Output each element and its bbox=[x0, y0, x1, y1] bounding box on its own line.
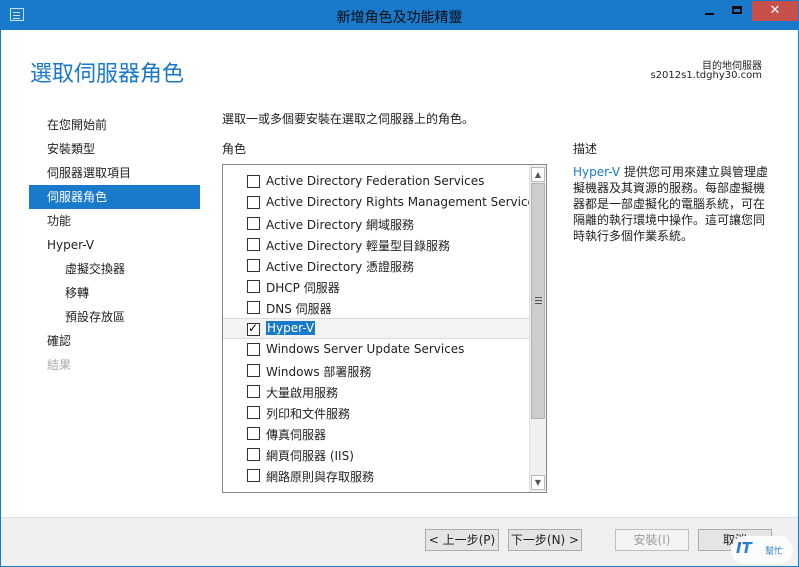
role-label: 列印和文件服務 bbox=[266, 407, 351, 421]
nav-item-confirmation[interactable]: 確認 bbox=[29, 329, 200, 353]
title-bar[interactable]: 新增角色及功能精靈 ✕ bbox=[1, 1, 798, 30]
close-icon: ✕ bbox=[769, 3, 781, 18]
role-checkbox[interactable] bbox=[247, 343, 260, 356]
role-label: Active Directory Federation Services bbox=[266, 174, 485, 188]
maximize-icon bbox=[732, 6, 742, 14]
role-label: 傳真伺服器 bbox=[266, 428, 327, 442]
maximize-button[interactable] bbox=[723, 1, 752, 21]
role-row[interactable]: 傳真伺服器 bbox=[223, 423, 529, 444]
nav-item-default-stores[interactable]: 預設存放區 bbox=[29, 305, 200, 329]
nav-item-hyper-v[interactable]: Hyper-V bbox=[29, 233, 200, 257]
minimize-icon bbox=[705, 13, 714, 15]
role-row[interactable]: 列印和文件服務 bbox=[223, 402, 529, 423]
page-title: 選取伺服器角色 bbox=[30, 62, 185, 87]
minimize-button[interactable] bbox=[695, 1, 724, 21]
role-checkbox[interactable] bbox=[247, 301, 260, 314]
wizard-footer: < 上一步(P) 下一步(N) > 安裝(I) 取消 bbox=[1, 517, 798, 566]
scroll-up-icon[interactable]: ▲ bbox=[531, 167, 545, 182]
wizard-nav: 在您開始前 安裝類型 伺服器選取項目 伺服器角色 功能 Hyper-V 虛擬交換… bbox=[29, 113, 200, 377]
nav-item-features[interactable]: 功能 bbox=[29, 209, 200, 233]
close-button[interactable]: ✕ bbox=[752, 1, 798, 21]
ithome-watermark-logo: IT 幫忙 bbox=[731, 536, 793, 564]
role-row[interactable]: Active Directory 網域服務 bbox=[223, 213, 529, 234]
role-row[interactable]: Active Directory 輕量型目錄服務 bbox=[223, 234, 529, 255]
role-checkbox[interactable] bbox=[247, 175, 260, 188]
role-label: 大量啟用服務 bbox=[266, 386, 339, 400]
role-label: DHCP 伺服器 bbox=[266, 281, 340, 295]
role-checkbox[interactable] bbox=[247, 364, 260, 377]
instruction-text: 選取一或多個要安裝在選取之伺服器上的角色。 bbox=[222, 112, 475, 126]
destination-server-name: s2012s1.tdghy30.com bbox=[650, 70, 762, 81]
role-checkbox[interactable] bbox=[247, 427, 260, 440]
scroll-thumb[interactable] bbox=[531, 183, 545, 419]
window-title: 新增角色及功能精靈 bbox=[336, 10, 463, 26]
role-checkbox[interactable] bbox=[247, 469, 260, 482]
role-checkbox[interactable] bbox=[247, 385, 260, 398]
nav-item-results: 結果 bbox=[47, 358, 72, 372]
role-checkbox[interactable] bbox=[247, 196, 260, 209]
roles-list[interactable]: 網路原則與存取服務 網頁伺服器 (IIS) 傳真伺服器 列印和文件服務 大量啟用服務 Wi… bbox=[222, 164, 547, 493]
nav-item-server-roles[interactable]: 伺服器角色 bbox=[29, 185, 200, 209]
install-button: 安裝(I) bbox=[615, 529, 689, 551]
role-label: Hyper-V bbox=[266, 321, 316, 335]
role-row[interactable]: 大量啟用服務 bbox=[223, 381, 529, 402]
nav-item-installation-type[interactable]: 安裝類型 bbox=[29, 137, 200, 161]
role-checkbox[interactable] bbox=[247, 238, 260, 251]
role-label: Active Directory 網域服務 bbox=[266, 218, 415, 232]
role-label: Active Directory 輕量型目錄服務 bbox=[266, 239, 451, 253]
watermark-text: IT bbox=[736, 539, 752, 557]
role-row[interactable]: Windows Server Update Services bbox=[223, 339, 529, 360]
role-checkbox[interactable] bbox=[247, 259, 260, 272]
role-row[interactable]: Windows 部署服務 bbox=[223, 360, 529, 381]
roles-scrollbar[interactable]: ▲ ▼ bbox=[529, 165, 546, 492]
role-label: Windows 部署服務 bbox=[266, 365, 372, 379]
role-label: Active Directory 憑證服務 bbox=[266, 260, 415, 274]
nav-item-virtual-switches[interactable]: 虛擬交換器 bbox=[29, 257, 200, 281]
role-row[interactable]: 網路原則與存取服務 bbox=[223, 465, 529, 486]
scroll-down-icon[interactable]: ▼ bbox=[531, 475, 545, 490]
role-checkbox[interactable] bbox=[247, 321, 260, 336]
nav-item-server-selection[interactable]: 伺服器選取項目 bbox=[29, 161, 200, 185]
role-checkbox[interactable] bbox=[247, 406, 260, 419]
roles-header: 角色 bbox=[222, 142, 247, 156]
role-row[interactable]: Active Directory 憑證服務 bbox=[223, 255, 529, 276]
nav-item-before-you-begin[interactable]: 在您開始前 bbox=[29, 113, 200, 137]
role-row[interactable]: Active Directory Rights Management Servi… bbox=[223, 192, 541, 213]
role-label: 網路原則與存取服務 bbox=[266, 470, 375, 484]
role-row[interactable]: Hyper-V bbox=[223, 318, 529, 339]
grip-icon bbox=[535, 297, 542, 298]
next-button[interactable]: 下一步(N) > bbox=[508, 529, 582, 551]
watermark-sub: 幫忙 bbox=[765, 547, 784, 557]
wizard-window: 新增角色及功能精靈 ✕ 選取伺服器角色 目的地伺服器 s2012s1.tdghy… bbox=[0, 0, 799, 567]
role-row[interactable]: Active Directory Federation Services bbox=[223, 171, 529, 192]
role-label: Active Directory Rights Management Servi… bbox=[266, 195, 542, 209]
role-row[interactable]: 網頁伺服器 (IIS) bbox=[223, 444, 529, 465]
nav-item-migration[interactable]: 移轉 bbox=[29, 281, 200, 305]
role-row[interactable]: DNS 伺服器 bbox=[223, 297, 529, 318]
role-description-link[interactable]: Hyper-V bbox=[573, 165, 620, 179]
description-header: 描述 bbox=[573, 142, 598, 156]
role-checkbox[interactable] bbox=[247, 217, 260, 230]
role-description: Hyper-V 提供您可用來建立與管理虛擬機器及其資源的服務。每部虛擬機器都是一… bbox=[573, 164, 773, 244]
role-label: Windows Server Update Services bbox=[266, 342, 465, 356]
role-checkbox[interactable] bbox=[247, 448, 260, 461]
role-label: 網頁伺服器 (IIS) bbox=[266, 449, 354, 463]
previous-button[interactable]: < 上一步(P) bbox=[425, 529, 499, 551]
role-label: DNS 伺服器 bbox=[266, 302, 332, 316]
role-row[interactable]: DHCP 伺服器 bbox=[223, 276, 529, 297]
role-checkbox[interactable] bbox=[247, 280, 260, 293]
